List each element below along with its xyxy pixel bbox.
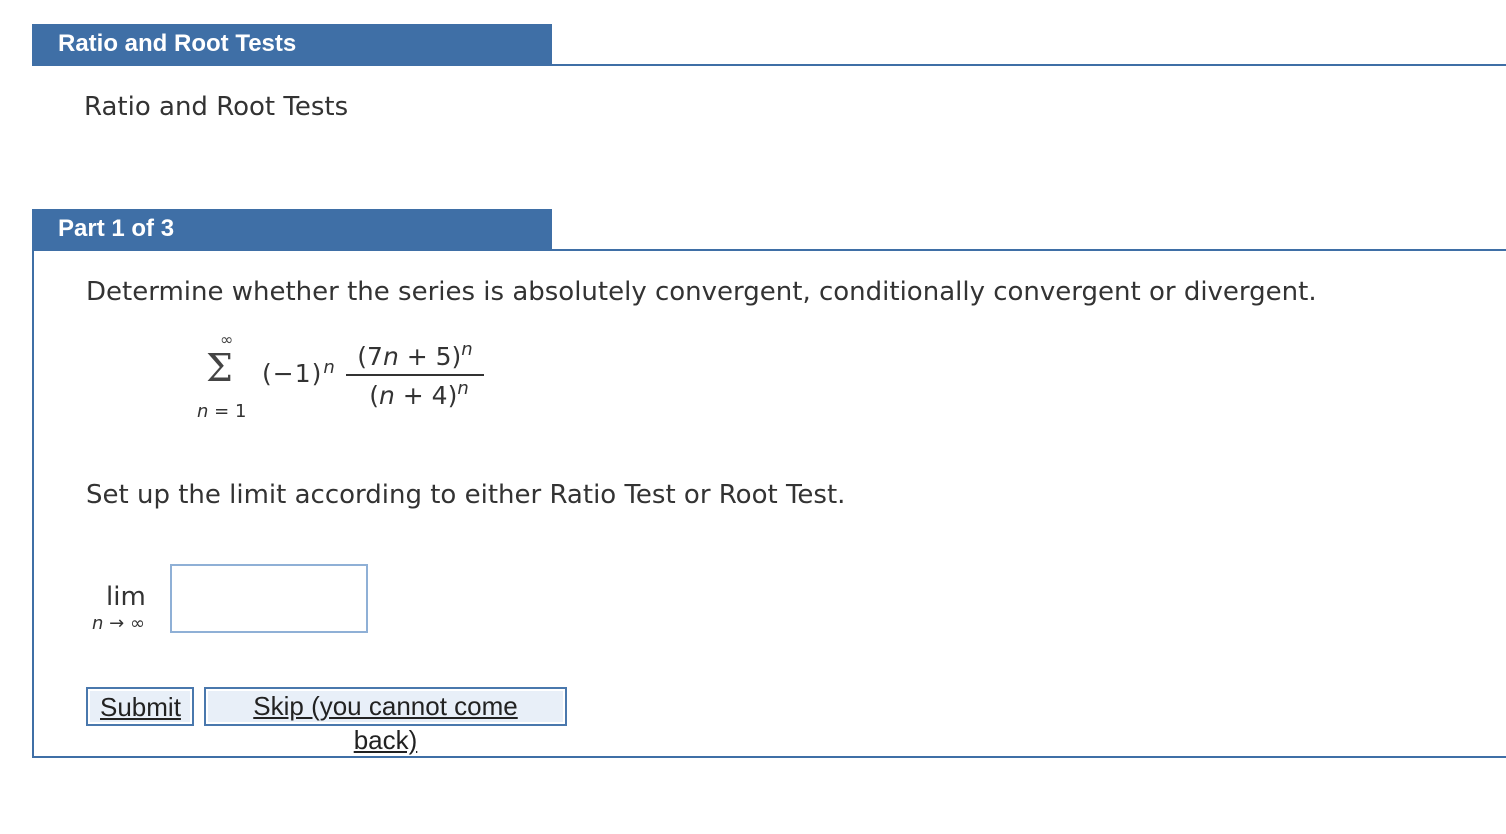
question-prompt: Determine whether the series is absolute… [86,277,1317,307]
sign-base: (−1) [262,359,323,388]
part-header: Part 1 of 3 [32,209,1506,251]
intro-text: Ratio and Root Tests [84,92,349,122]
sign-exponent: n [323,357,336,378]
limit-subscript: n → ∞ [92,613,145,634]
numerator-open: (7 [357,342,383,371]
denominator-exponent: n [457,378,469,399]
denominator-close: + 4) [394,381,458,410]
denominator-var: n [378,381,395,410]
submit-button[interactable]: Submit [86,687,194,726]
setup-prompt: Set up the limit according to either Rat… [86,480,846,510]
limit-word: lim [106,582,146,612]
numerator-close: + 5) [398,342,462,371]
numerator-var: n [382,342,399,371]
limit-arrow: → ∞ [103,613,145,634]
sigma-symbol: Σ [206,346,233,390]
numerator-exponent: n [461,339,473,360]
limit-var: n [92,613,104,634]
fraction-numerator: (7n + 5)n [346,339,484,376]
denominator-open: ( [369,381,379,410]
section-header: Ratio and Root Tests [32,24,1506,66]
series-fraction: (7n + 5)n (n + 4)n [346,339,484,416]
section-title: Ratio and Root Tests [32,24,552,64]
fraction-denominator: (n + 4)n [346,376,484,416]
sum-lower-limit: n = 1 [197,401,246,422]
sum-lower-bound: = 1 [208,401,247,422]
alternating-sign-factor: (−1)n [262,357,336,388]
part-label: Part 1 of 3 [32,209,552,249]
skip-button[interactable]: Skip (you cannot come back) [204,687,567,755]
limit-answer-input[interactable] [170,564,368,633]
sum-index-var: n [197,401,209,422]
